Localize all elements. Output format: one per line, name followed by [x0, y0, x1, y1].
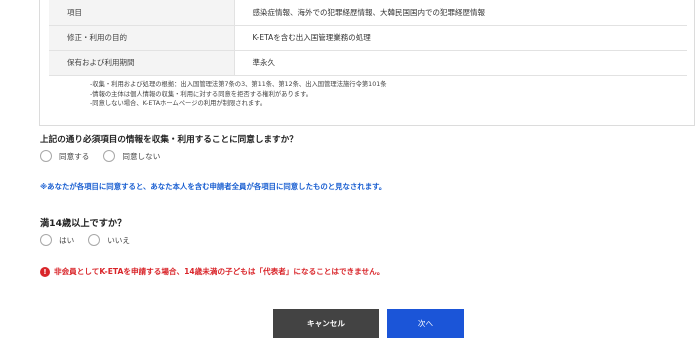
consent-question: 上記の通り必須項目の情報を収集・利用することに同意しますか？	[40, 135, 298, 145]
note-line: -情報の主体は個人情報の収集・利用に対する同意を拒否する権利があります。	[90, 90, 313, 98]
radio-button[interactable]	[88, 234, 101, 246]
warning-text: 非会員としてK-ETAを申請する場合、14歳未満の子どもは「代表者」になることは…	[54, 267, 385, 276]
age-no-radio-option[interactable]: いいえ	[88, 234, 130, 246]
consent-info-note: ※あなたが各項目に同意すると、あなた本人を含む申請者全員が各項目に同意したものと…	[40, 182, 387, 191]
agree-radio-option[interactable]: 同意する	[40, 150, 89, 162]
age-question: 満14歳以上ですか？	[40, 218, 127, 229]
radio-button[interactable]	[40, 234, 52, 246]
note-line: -収集・利用および処理の根拠：出入国管理法第7条の3、第11条、第12条、出入国…	[90, 81, 387, 88]
cancel-button[interactable]: キャンセル	[273, 309, 379, 338]
row-label: 項目	[49, 0, 234, 26]
age-yes-radio-option[interactable]: はい	[40, 234, 74, 246]
radio-button[interactable]	[103, 150, 116, 162]
note-line: -同意しない場合、K-ETAホームページの利用が制限されます。	[90, 100, 267, 107]
row-value: 準永久	[233, 50, 687, 76]
table-row: 保有および利用期間 準永久	[49, 50, 687, 76]
radio-label: 同意しない	[122, 151, 161, 161]
alert-icon: !	[40, 266, 50, 277]
row-label: 修正・利用の目的	[49, 25, 234, 51]
row-label: 保有および利用期間	[49, 50, 234, 76]
radio-label: はい	[59, 235, 75, 245]
consent-info-table: 項目 感染症情報、海外での犯罪経歴情報、大韓民国国内での犯罪経歴情報 修正・利用…	[49, 0, 687, 76]
table-row: 項目 感染症情報、海外での犯罪経歴情報、大韓民国国内での犯罪経歴情報	[49, 0, 687, 26]
radio-label: いいえ	[107, 235, 130, 245]
table-row: 修正・利用の目的 K-ETAを含む出入国管理業務の処理	[49, 25, 687, 51]
age-radio-group: はい いいえ	[40, 234, 144, 246]
consent-radio-group: 同意する 同意しない	[40, 150, 174, 162]
row-value: K-ETAを含む出入国管理業務の処理	[233, 25, 687, 51]
legal-notes: -収集・利用および処理の根拠：出入国管理法第7条の3、第11条、第12条、出入国…	[90, 80, 387, 109]
next-button[interactable]: 次へ	[387, 309, 464, 338]
disagree-radio-option[interactable]: 同意しない	[103, 150, 160, 162]
consent-info-box: 項目 感染症情報、海外での犯罪経歴情報、大韓民国国内での犯罪経歴情報 修正・利用…	[39, 0, 695, 126]
warning-message: ! 非会員としてK-ETAを申請する場合、14歳未満の子どもは「代表者」になるこ…	[40, 266, 384, 277]
radio-button[interactable]	[40, 150, 52, 162]
radio-label: 同意する	[59, 151, 90, 161]
row-value: 感染症情報、海外での犯罪経歴情報、大韓民国国内での犯罪経歴情報	[233, 0, 687, 26]
